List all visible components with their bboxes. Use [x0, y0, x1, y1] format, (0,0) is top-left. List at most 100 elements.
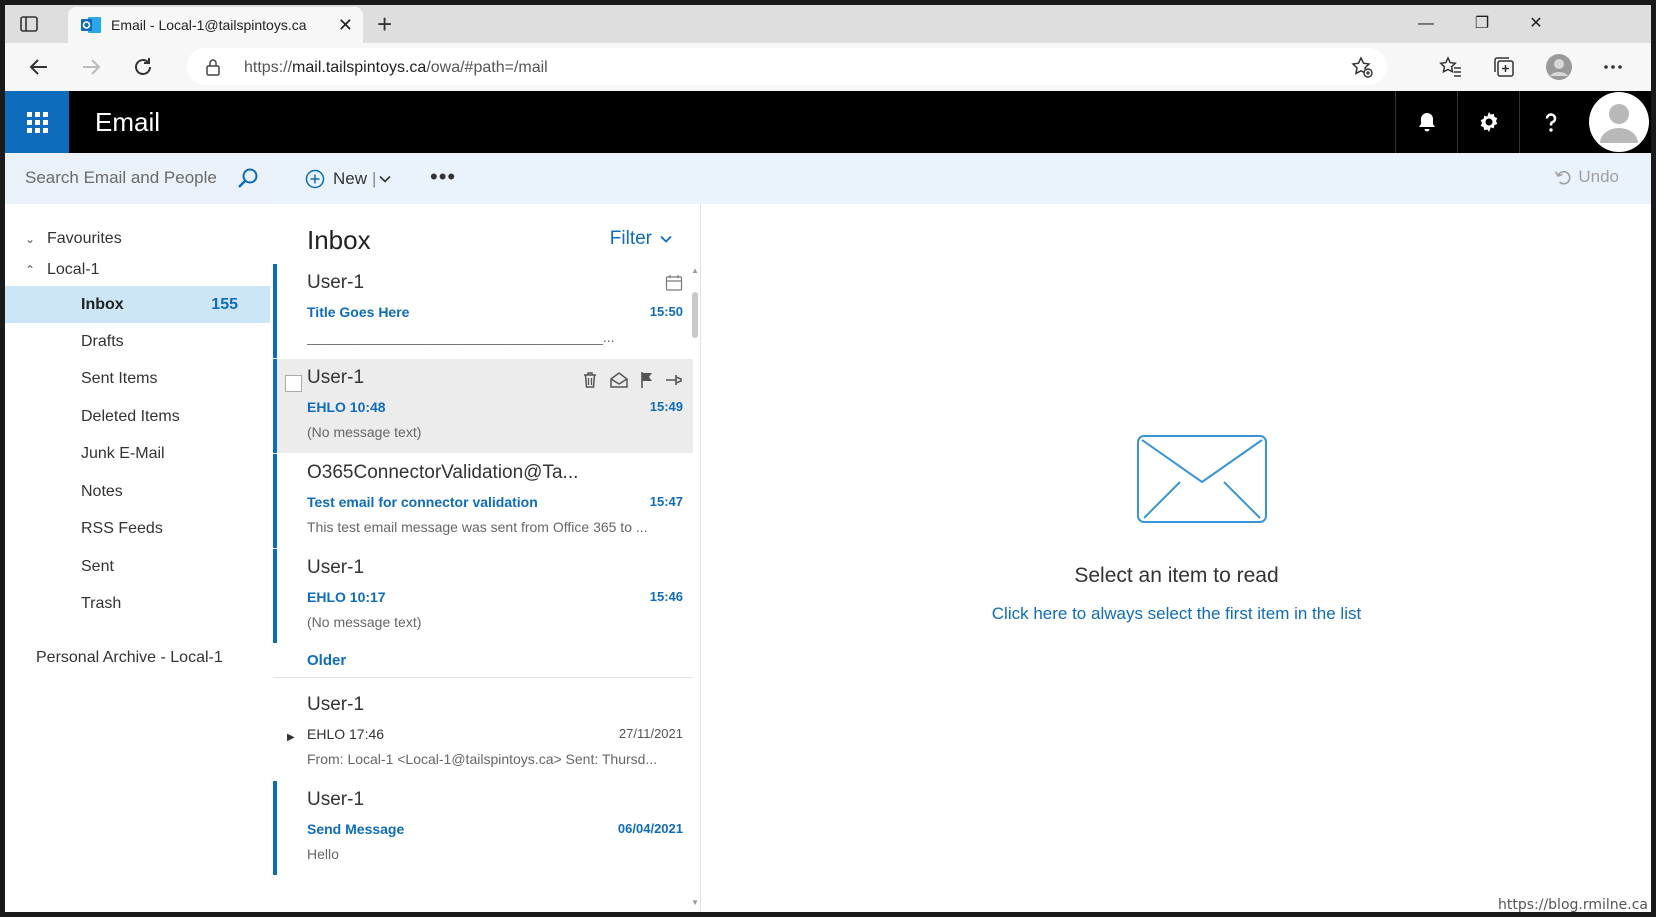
select-first-item-link[interactable]: Click here to always select the first it… — [702, 604, 1651, 624]
account-label: Local-1 — [47, 261, 100, 278]
folder-label: RSS Feeds — [81, 520, 163, 537]
undo-label: Undo — [1578, 167, 1619, 186]
notifications-button[interactable] — [1395, 91, 1457, 153]
message-subject: Test email for connector validation — [307, 494, 538, 510]
back-arrow-icon[interactable] — [27, 55, 51, 79]
message-time: 15:47 — [649, 494, 683, 509]
group-header-older: Older — [307, 652, 347, 669]
folder-trash[interactable]: Trash — [5, 585, 270, 622]
window-minimize-button[interactable]: — — [1403, 9, 1449, 39]
divider — [273, 677, 693, 678]
url-bar[interactable]: https://mail.tailspintoys.ca/owa/#path=/… — [187, 48, 1387, 85]
message-item[interactable]: User-1 ▶ EHLO 17:46 27/11/2021 From: Loc… — [273, 686, 693, 780]
window-restore-button[interactable]: ❐ — [1459, 9, 1505, 39]
message-sender: User-1 — [307, 557, 365, 578]
search-icon[interactable] — [237, 167, 259, 189]
more-options-icon[interactable] — [1601, 55, 1625, 79]
message-time: 15:46 — [649, 589, 683, 604]
scroll-down-icon[interactable]: ▼ — [691, 898, 699, 907]
mark-read-icon[interactable] — [609, 371, 629, 389]
chevron-up-icon: ⌃ — [25, 263, 36, 277]
message-list-scrollbar[interactable] — [690, 264, 700, 912]
new-separator: | — [372, 169, 377, 188]
folder-junk-email[interactable]: Junk E-Mail — [5, 435, 270, 472]
folder-sent[interactable]: Sent — [5, 548, 270, 585]
empty-reading-message: Select an item to read — [1074, 564, 1279, 587]
folder-label: Notes — [81, 483, 123, 500]
message-item[interactable]: User-1 Send Message 06/04/2021 Hello — [273, 781, 693, 875]
url-scheme: https:// — [244, 59, 293, 76]
command-bar: New | ••• Undo — [273, 153, 1651, 204]
new-message-button[interactable]: New | — [305, 167, 392, 191]
bell-icon — [1419, 113, 1435, 132]
message-item[interactable]: User-1 EHLO 10:17 15:46 (No message text… — [273, 549, 693, 643]
gear-icon — [1480, 112, 1498, 132]
tab-close-icon[interactable]: ✕ — [338, 15, 353, 35]
quick-actions — [581, 371, 683, 389]
refresh-icon[interactable] — [131, 55, 155, 79]
scroll-thumb[interactable] — [692, 292, 698, 338]
tab-title: Email - Local-1@tailspintoys.ca — [111, 17, 307, 33]
new-button-label: New — [333, 169, 368, 188]
message-item[interactable]: User-1 EHLO 10:48 15:49 (No message text… — [273, 359, 693, 453]
folder-label: Sent Items — [81, 370, 158, 387]
help-button[interactable] — [1519, 91, 1581, 153]
message-sender: User-1 — [307, 694, 365, 715]
select-checkbox[interactable] — [285, 375, 302, 392]
browser-tab[interactable]: Email - Local-1@tailspintoys.ca ✕ — [68, 7, 363, 43]
window-close-button[interactable]: ✕ — [1513, 9, 1559, 39]
collections-icon[interactable] — [1492, 55, 1516, 79]
app-launcher-button[interactable] — [5, 91, 69, 153]
app-header: Email — [5, 91, 1651, 153]
flag-icon[interactable] — [639, 371, 655, 389]
pin-icon[interactable] — [665, 371, 683, 389]
message-time: 15:50 — [649, 304, 683, 319]
undo-icon — [1555, 170, 1571, 185]
search-input[interactable] — [25, 163, 225, 193]
message-preview: ______________________________________..… — [307, 329, 615, 345]
more-actions-button[interactable]: ••• — [430, 166, 456, 188]
settings-button[interactable] — [1457, 91, 1519, 153]
account-group[interactable]: ⌃ Local-1 — [25, 261, 99, 279]
folder-drafts[interactable]: Drafts — [5, 323, 270, 360]
folder-label: Sent — [81, 558, 114, 575]
favourites-label: Favourites — [47, 230, 122, 247]
folder-deleted-items[interactable]: Deleted Items — [5, 398, 270, 435]
folder-sent-items[interactable]: Sent Items — [5, 360, 270, 397]
forward-arrow-icon[interactable] — [79, 55, 103, 79]
question-icon — [1545, 113, 1557, 132]
chevron-down-icon[interactable] — [379, 175, 392, 183]
message-preview: (No message text) — [307, 424, 422, 440]
tab-actions-icon[interactable] — [19, 14, 39, 34]
tab-bar: Email - Local-1@tailspintoys.ca ✕ + — ❐ … — [5, 5, 1651, 43]
undo-button[interactable]: Undo — [1554, 167, 1619, 187]
account-avatar[interactable] — [1587, 91, 1651, 153]
scroll-up-icon[interactable]: ▲ — [691, 266, 699, 275]
profile-avatar-icon[interactable] — [1545, 53, 1573, 81]
lock-icon[interactable] — [205, 58, 221, 76]
message-item[interactable]: O365ConnectorValidation@Ta... Test email… — [273, 454, 693, 548]
message-preview: (No message text) — [307, 614, 422, 630]
favourites-group[interactable]: ⌄ Favourites — [25, 230, 122, 248]
add-favorite-icon[interactable] — [1351, 56, 1373, 78]
new-tab-button[interactable]: + — [377, 11, 392, 37]
address-bar-row: https://mail.tailspintoys.ca/owa/#path=/… — [5, 43, 1651, 91]
folder-notes[interactable]: Notes — [5, 473, 270, 510]
filter-label: Filter — [609, 228, 652, 249]
folder-label: Trash — [81, 595, 122, 612]
trash-icon[interactable] — [581, 371, 599, 389]
expand-thread-icon[interactable]: ▶ — [287, 732, 295, 743]
folder-rss-feeds[interactable]: RSS Feeds — [5, 510, 270, 547]
url-host: mail.tailspintoys.ca — [292, 59, 427, 76]
folder-inbox[interactable]: Inbox 155 — [5, 286, 270, 323]
filter-button[interactable]: Filter — [610, 228, 672, 250]
url-path: /owa/#path=/mail — [426, 59, 548, 76]
message-subject: Title Goes Here — [307, 304, 410, 320]
favorites-icon[interactable] — [1439, 55, 1463, 79]
message-subject: EHLO 17:46 — [307, 726, 385, 742]
message-item[interactable]: User-1 Title Goes Here 15:50 ___________… — [273, 264, 693, 358]
personal-archive[interactable]: Personal Archive - Local-1 — [36, 649, 223, 667]
folder-label: Drafts — [81, 333, 124, 350]
chevron-down-icon: ⌄ — [25, 232, 36, 246]
browser-window: Email - Local-1@tailspintoys.ca ✕ + — ❐ … — [5, 5, 1651, 912]
